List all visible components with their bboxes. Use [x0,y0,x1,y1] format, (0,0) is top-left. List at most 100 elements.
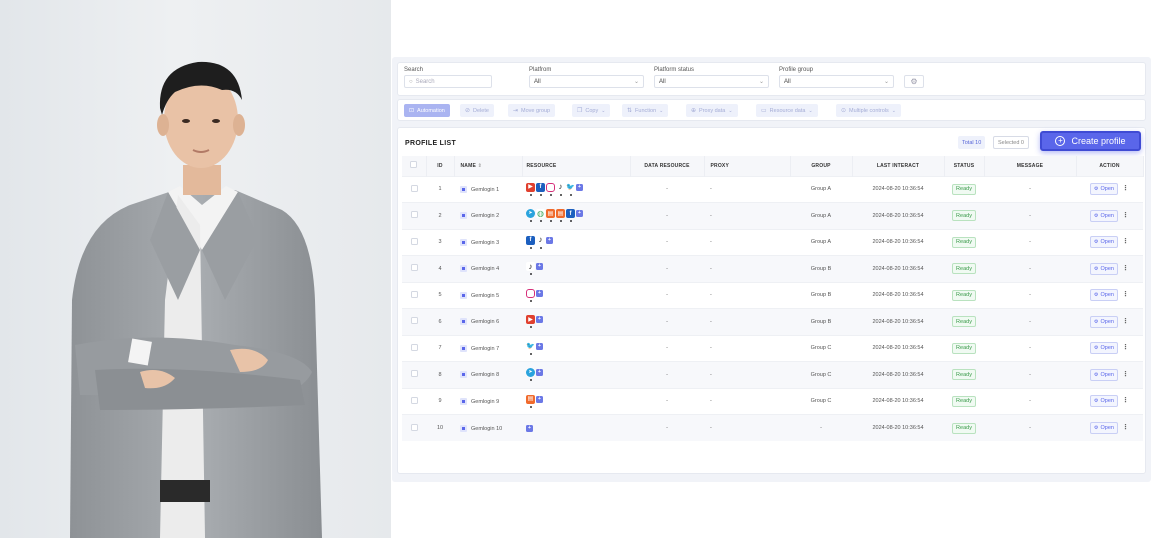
row-checkbox[interactable] [410,370,418,378]
platform-select[interactable]: All ⌄ [529,75,644,88]
globe-icon[interactable]: ◍ [536,209,545,223]
add-resource-icon[interactable]: + [576,183,583,191]
add-resource-icon[interactable]: + [536,289,543,297]
toolbar-button-resource-data[interactable]: ▭ Resource data ⌄ [756,104,818,117]
row-last-interact: 2024-08-20 10:36:54 [852,414,944,441]
more-options-icon[interactable]: ⋮ [1122,290,1129,298]
shopee-icon[interactable]: ▤ [526,394,535,408]
row-checkbox[interactable] [410,237,418,245]
row-checkbox[interactable] [410,184,418,192]
open-profile-button[interactable]: ⚙ Open [1090,183,1118,196]
row-data-resource: - [630,414,704,441]
column-header-id[interactable]: ID [426,156,455,176]
profile-group-select[interactable]: All ⌄ [779,75,894,88]
row-checkbox[interactable] [410,211,418,219]
open-profile-button[interactable]: ⚙ Open [1090,342,1118,355]
table-row[interactable]: 4 Gemlogin 4 ♪ + - - Group B 2024-08-20 10:36:5… [402,255,1143,282]
row-checkbox[interactable] [410,264,418,272]
add-resource-icon[interactable]: + [546,236,553,244]
profile-table-body: 1 Gemlogin 1 ▶ f ♪ 🐦 + - - Group A 2024-08-20 10:3… [402,175,1143,441]
open-profile-button[interactable]: ⚙ Open [1090,209,1118,222]
youtube-icon[interactable]: ▶ [526,315,535,329]
more-options-icon[interactable]: ⋮ [1122,317,1129,325]
toolbar-button-automation[interactable]: ⊡ Automation [404,104,450,117]
twitter-icon[interactable]: 🐦 [526,341,535,355]
table-row[interactable]: 5 Gemlogin 5 + - - Group B 2024-08-20 10:36:54… [402,281,1143,309]
toolbar-button-proxy-data[interactable]: ⊕ Proxy data ⌄ [686,104,738,117]
row-checkbox[interactable] [410,423,418,431]
toolbar-button-delete[interactable]: ⊘ Delete [460,104,494,117]
tiktok-icon[interactable]: ♪ [556,182,565,196]
profile-icon [460,397,467,405]
shopee-icon[interactable]: ▤ [556,209,565,223]
tiktok-icon[interactable]: ♪ [536,235,545,249]
select-all-checkbox[interactable] [410,161,418,169]
open-profile-button[interactable]: ⚙ Open [1090,422,1118,434]
more-options-icon[interactable]: ⋮ [1122,396,1129,404]
facebook-icon[interactable]: f [526,235,535,249]
row-status-cell: Ready [944,228,984,256]
table-row[interactable]: 9 Gemlogin 9 ▤ + - - Group C 2024-08-20 10:36:5… [402,387,1143,415]
add-resource-icon[interactable]: + [526,424,533,432]
add-resource-icon[interactable]: + [536,342,543,350]
add-resource-icon[interactable]: + [536,262,543,271]
table-row[interactable]: 8 Gemlogin 8 ➤ + - - Group C 2024-08-20 10:36:5… [402,361,1143,388]
row-last-interact: 2024-08-20 10:36:54 [852,281,944,309]
more-options-icon[interactable]: ⋮ [1122,370,1129,378]
table-row[interactable]: 1 Gemlogin 1 ▶ f ♪ 🐦 + - - Group A 2024-08-20 10:3… [402,175,1143,203]
open-profile-button[interactable]: ⚙ Open [1090,289,1118,302]
row-checkbox[interactable] [410,343,418,351]
open-icon: ⚙ [1094,425,1099,431]
toolbar-button-multiple-controls[interactable]: ⊙ Multiple controls ⌄ [836,104,901,117]
more-options-icon[interactable]: ⋮ [1122,423,1129,431]
instagram-icon[interactable] [526,288,535,302]
column-header-name[interactable]: NAME ⇕ [454,156,523,176]
add-resource-icon[interactable]: + [536,368,543,377]
open-profile-button[interactable]: ⚙ Open [1090,315,1118,328]
more-options-icon[interactable]: ⋮ [1122,211,1129,219]
open-profile-button[interactable]: ⚙ Open [1090,236,1118,249]
facebook-icon[interactable]: f [566,209,575,223]
add-resource-icon[interactable]: + [536,315,543,324]
toolbar-button-function[interactable]: ⇅ Function ⌄ [622,104,669,117]
selected-count-badge: Selected 0 [993,136,1029,149]
toolbar-button-move-group[interactable]: ⇥ Move group [508,104,556,117]
open-profile-button[interactable]: ⚙ Open [1090,368,1118,381]
more-options-icon[interactable]: ⋮ [1122,237,1129,245]
toolbar-button-copy[interactable]: ❐ Copy ⌄ [572,104,611,117]
open-profile-button[interactable]: ⚙ Open [1090,262,1118,275]
row-resource-cell: + [522,414,630,441]
telegram-icon[interactable]: ➤ [526,209,535,223]
create-profile-button[interactable]: + Create profile [1040,131,1141,151]
row-checkbox[interactable] [410,396,418,404]
table-row[interactable]: 6 Gemlogin 6 ▶ + - - Group B 2024-08-20 10:36:5… [402,308,1143,335]
search-input[interactable]: ○ Search [404,75,492,88]
table-row[interactable]: 10 Gemlogin 10 + - - -2024-08-20 10:36:54 Read… [402,414,1143,441]
open-button-label: Open [1100,371,1114,378]
youtube-icon[interactable]: ▶ [526,182,535,196]
table-row[interactable]: 3 Gemlogin 3 f ♪ + - - Group A 2024-08-20 10:36:… [402,228,1143,256]
table-row[interactable]: 7 Gemlogin 7 🐦 + - - Group C 2024-08-20 10:36:5… [402,334,1143,362]
toolbar-button-label: Automation [417,107,445,114]
search-filter: Search ○ Search [404,66,492,88]
tiktok-icon[interactable]: ♪ [526,262,535,276]
more-options-icon[interactable]: ⋮ [1122,264,1129,272]
row-action-cell: ⚙ Open ⋮ [1076,414,1143,441]
add-resource-icon[interactable]: + [576,209,583,218]
row-checkbox[interactable] [410,290,418,298]
add-resource-icon[interactable]: + [536,395,543,403]
shopee-icon[interactable]: ▤ [546,209,555,223]
more-options-icon[interactable]: ⋮ [1122,184,1129,192]
twitter-icon[interactable]: 🐦 [566,182,575,196]
table-row[interactable]: 2 Gemlogin 2 ➤ ◍ ▤ ▤ f + - - Group A 2024-08-20 10:… [402,202,1143,229]
row-select-cell [402,202,426,229]
instagram-icon[interactable] [546,182,555,196]
facebook-icon[interactable]: f [536,182,545,196]
row-name: Gemlogin 2 [471,213,500,220]
platform-status-select[interactable]: All ⌄ [654,75,769,88]
open-profile-button[interactable]: ⚙ Open [1090,395,1118,408]
filter-settings-button[interactable]: ⚙ [904,75,924,88]
telegram-icon[interactable]: ➤ [526,368,535,382]
row-checkbox[interactable] [410,317,418,325]
more-options-icon[interactable]: ⋮ [1122,343,1129,351]
